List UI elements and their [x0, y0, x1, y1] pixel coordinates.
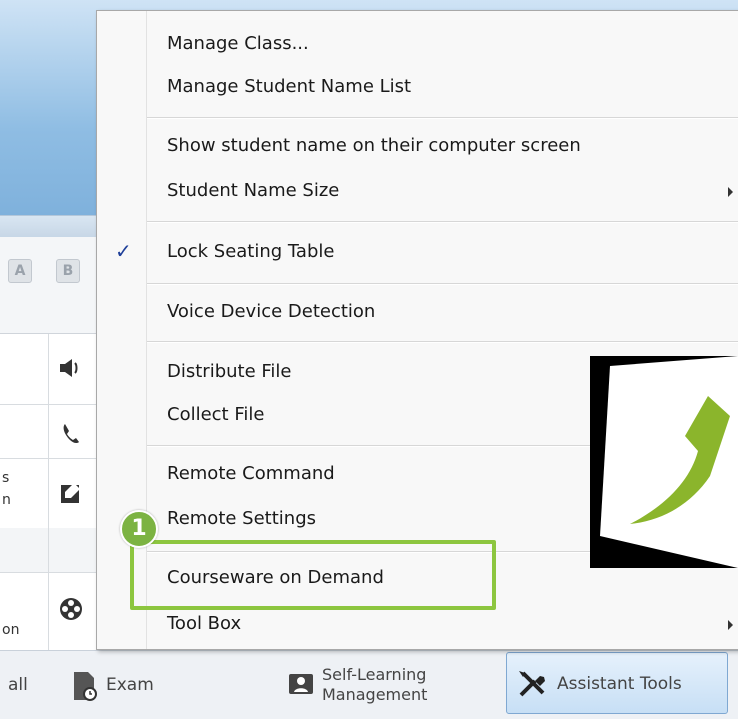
phone-icon[interactable] [58, 420, 84, 446]
exam-button[interactable]: Exam [72, 651, 154, 719]
assistant-tools-button[interactable]: Assistant Tools [506, 652, 728, 714]
lock-seating-check-cell: ✓ [97, 239, 147, 269]
menu-item-remote-command[interactable]: Remote Command [167, 463, 335, 484]
submenu-arrow-icon [728, 620, 733, 630]
menu-item-distribute-file[interactable]: Distribute File [167, 361, 292, 382]
grid-row [0, 334, 100, 405]
submenu-arrow-icon [728, 187, 733, 197]
menu-item-student-name-size[interactable]: Student Name Size [167, 180, 339, 201]
menu-item-lock-seating-table[interactable]: Lock Seating Table [167, 241, 334, 262]
checkmark-icon: ✓ [115, 239, 132, 263]
menu-separator [147, 117, 738, 119]
self-learning-line2: Management [322, 685, 428, 704]
film-reel-icon[interactable] [58, 596, 84, 622]
speaker-icon[interactable] [58, 355, 84, 381]
menu-item-manage-student-name-list[interactable]: Manage Student Name List [167, 76, 411, 97]
seat-b-button[interactable]: B [56, 259, 80, 283]
assistant-tools-label: Assistant Tools [557, 674, 682, 694]
menu-item-show-student-name[interactable]: Show student name on their computer scre… [167, 135, 581, 156]
arrow-logo-image [590, 356, 738, 568]
grid-row [0, 572, 100, 651]
ribbon-strip [0, 215, 100, 238]
self-learning-line1: Self-Learning [322, 665, 427, 684]
menu-item-tool-box[interactable]: Tool Box [167, 613, 241, 634]
menu-item-voice-device-detection[interactable]: Voice Device Detection [167, 301, 375, 322]
all-tab[interactable]: all [8, 651, 28, 719]
edit-icon[interactable] [58, 480, 84, 506]
side-text: on [2, 622, 20, 638]
assistant-tools-content: Assistant Tools [517, 650, 682, 718]
exam-icon [72, 670, 98, 701]
step-number-badge: 1 [120, 510, 158, 548]
self-learning-icon [288, 670, 314, 700]
seat-group-buttons: A B [0, 237, 100, 334]
self-learning-button[interactable]: Self-Learning Management [288, 651, 427, 719]
menu-separator [147, 221, 738, 223]
self-learning-label: Self-Learning Management [322, 665, 427, 705]
menu-item-remote-settings[interactable]: Remote Settings [167, 508, 316, 529]
grid-row [0, 528, 100, 573]
seat-a-button[interactable]: A [8, 259, 32, 283]
exam-label: Exam [106, 675, 154, 695]
grid-divider [48, 334, 49, 650]
grid-row [0, 404, 100, 459]
menu-item-collect-file[interactable]: Collect File [167, 404, 264, 425]
side-text: n [2, 492, 11, 508]
menu-item-manage-class[interactable]: Manage Class... [167, 33, 309, 54]
all-label: all [8, 675, 28, 695]
menu-separator [147, 283, 738, 285]
side-text: s [2, 470, 10, 486]
courseware-highlight-box [130, 540, 496, 610]
tools-icon [517, 669, 549, 699]
grid-row [0, 458, 100, 529]
menu-separator [147, 341, 738, 343]
